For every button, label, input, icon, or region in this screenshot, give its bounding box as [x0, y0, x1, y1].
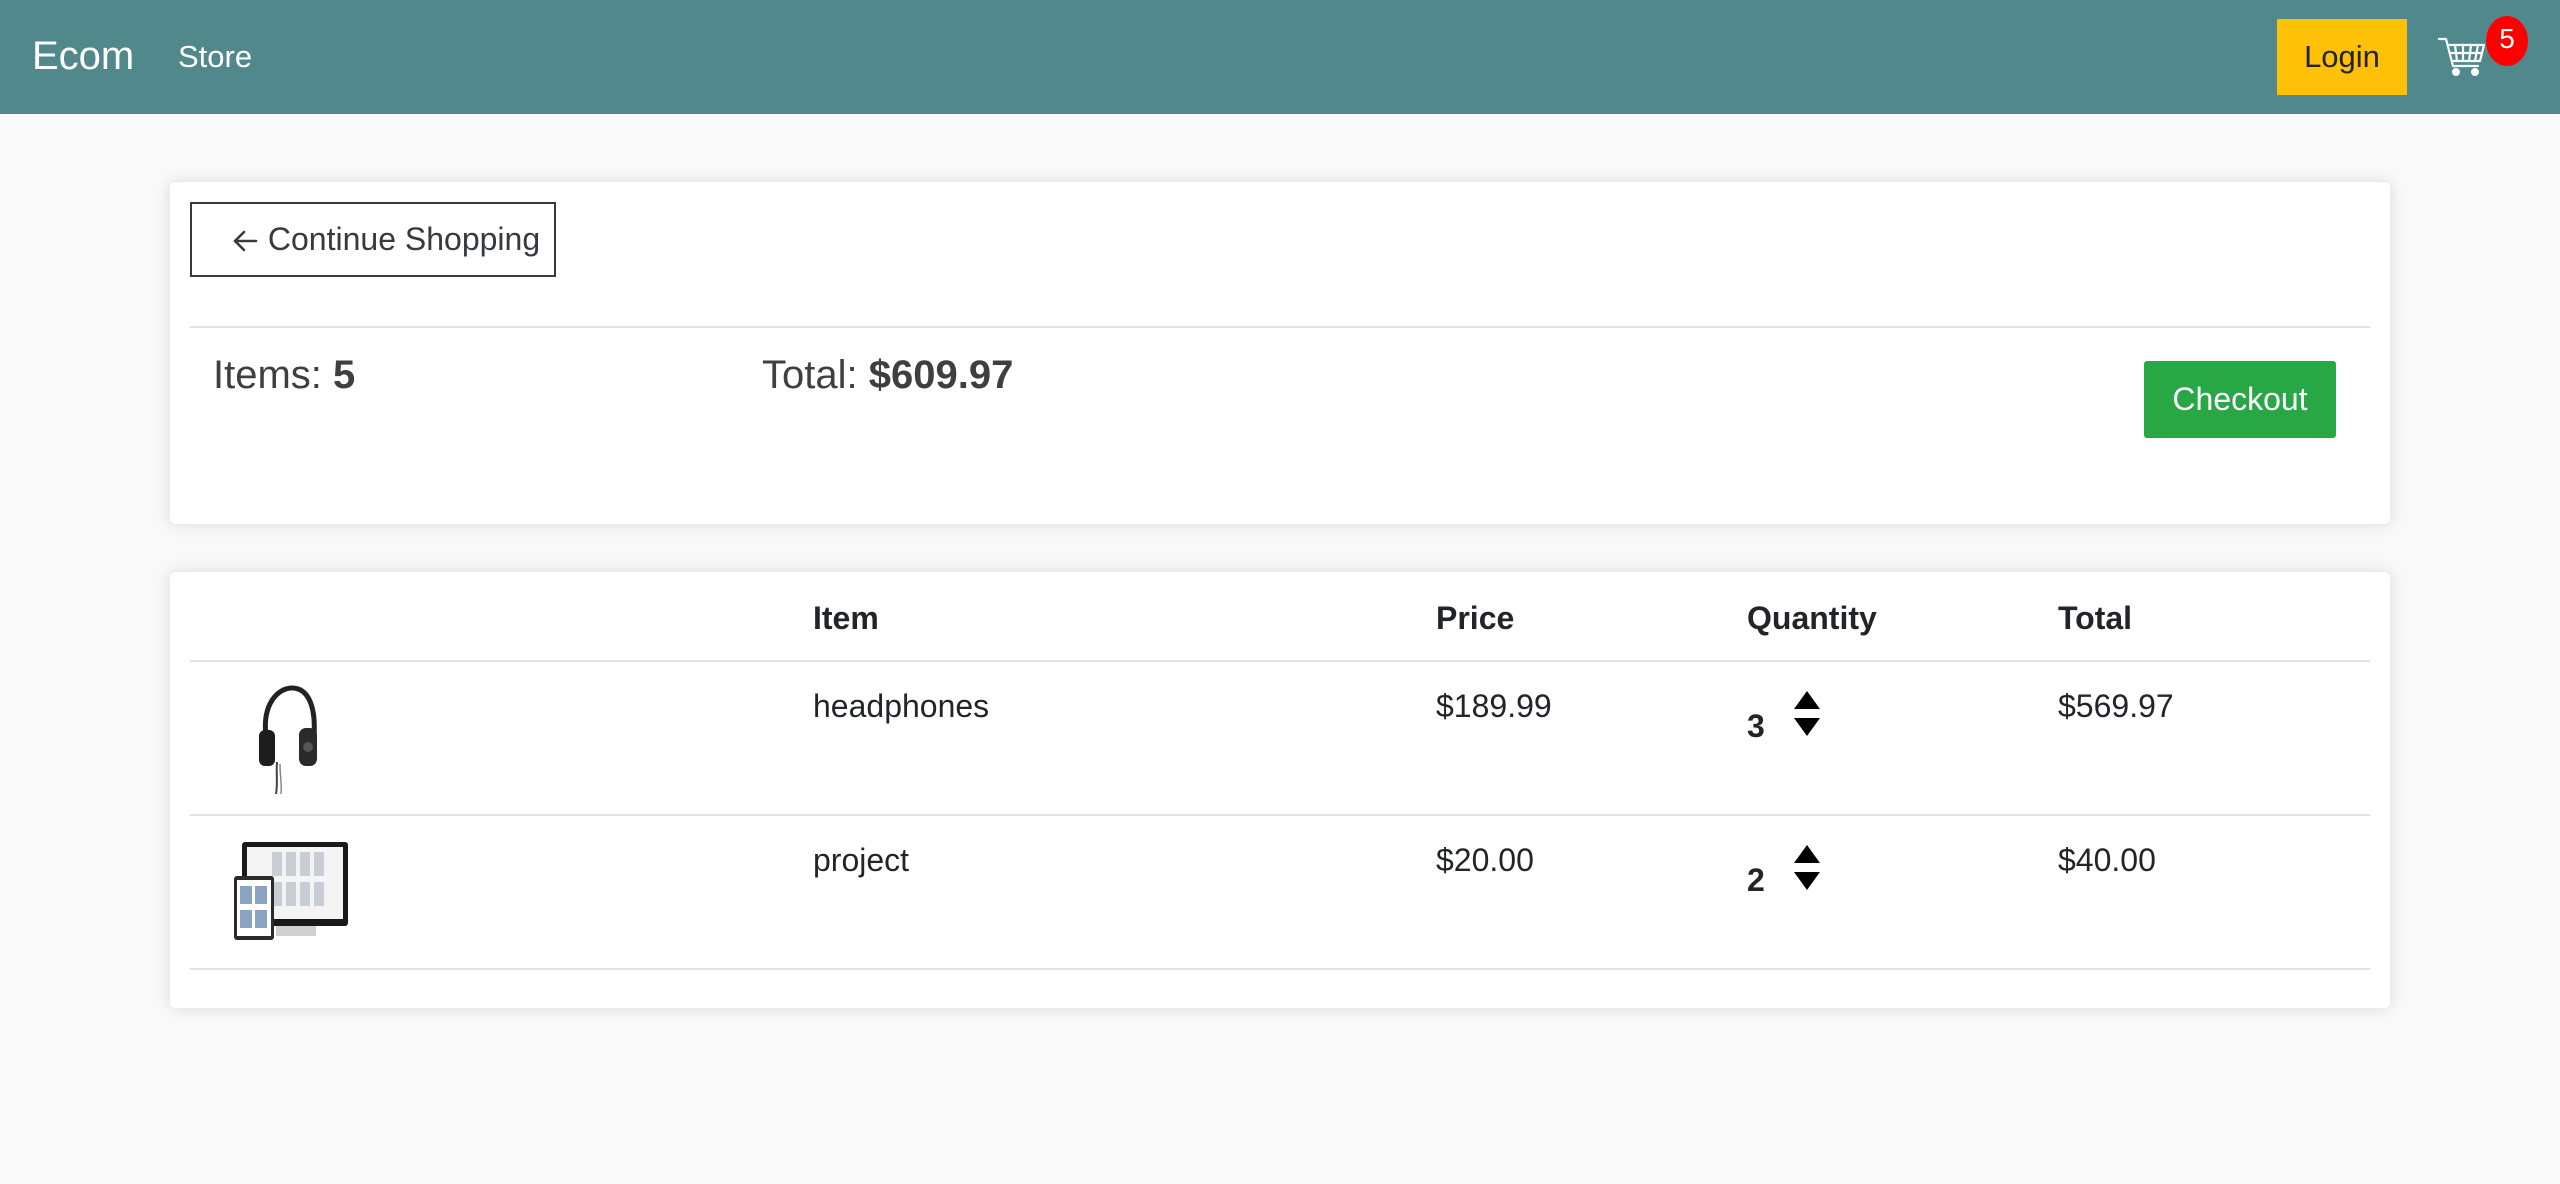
item-price: $189.99: [1436, 688, 1552, 724]
items-count-value: 5: [333, 353, 356, 397]
item-total: $40.00: [2058, 842, 2156, 878]
cart-icon[interactable]: [2437, 34, 2486, 78]
decrease-quantity-button[interactable]: [1794, 872, 1820, 890]
item-total: $569.97: [2058, 688, 2174, 724]
items-count: Items: 5: [213, 350, 355, 400]
header-divider: [190, 660, 2370, 662]
nav-link-store[interactable]: Store: [178, 38, 252, 76]
row-divider: [190, 814, 2370, 816]
column-header-price: Price: [1436, 600, 1515, 636]
top-navbar: Ecom Store Login 5: [0, 0, 2560, 114]
login-button[interactable]: Login: [2277, 19, 2407, 95]
item-quantity: 3: [1747, 708, 1765, 744]
increase-quantity-button[interactable]: [1794, 691, 1820, 709]
decrease-quantity-button[interactable]: [1794, 718, 1820, 736]
continue-shopping-label: Continue Shopping: [267, 221, 541, 257]
brand-logo[interactable]: Ecom: [32, 31, 134, 81]
cart-total-label: Total:: [762, 353, 858, 397]
arrow-left-icon: [232, 206, 258, 252]
cart-items-card: Item Price Quantity Total headphones $18…: [170, 572, 2390, 1008]
cart-total-value: $609.97: [868, 353, 1014, 397]
headphones-image: [252, 684, 322, 796]
item-name: project: [813, 842, 910, 878]
column-header-item: Item: [813, 600, 879, 636]
item-price: $20.00: [1436, 842, 1534, 878]
cart-count-badge: 5: [2486, 16, 2528, 66]
checkout-button[interactable]: Checkout: [2144, 361, 2336, 438]
items-count-label: Items:: [213, 353, 322, 397]
cart-summary-card: Continue Shopping Items: 5 Total: $609.9…: [170, 182, 2390, 524]
summary-divider: [190, 326, 2370, 328]
increase-quantity-button[interactable]: [1794, 845, 1820, 863]
column-header-total: Total: [2058, 600, 2133, 636]
row-divider: [190, 968, 2370, 970]
column-header-quantity: Quantity: [1747, 600, 1877, 636]
continue-shopping-button[interactable]: Continue Shopping: [190, 202, 556, 277]
item-name: headphones: [813, 688, 990, 724]
project-image: [232, 840, 350, 944]
item-quantity: 2: [1747, 862, 1765, 898]
cart-total: Total: $609.97: [762, 350, 1013, 400]
